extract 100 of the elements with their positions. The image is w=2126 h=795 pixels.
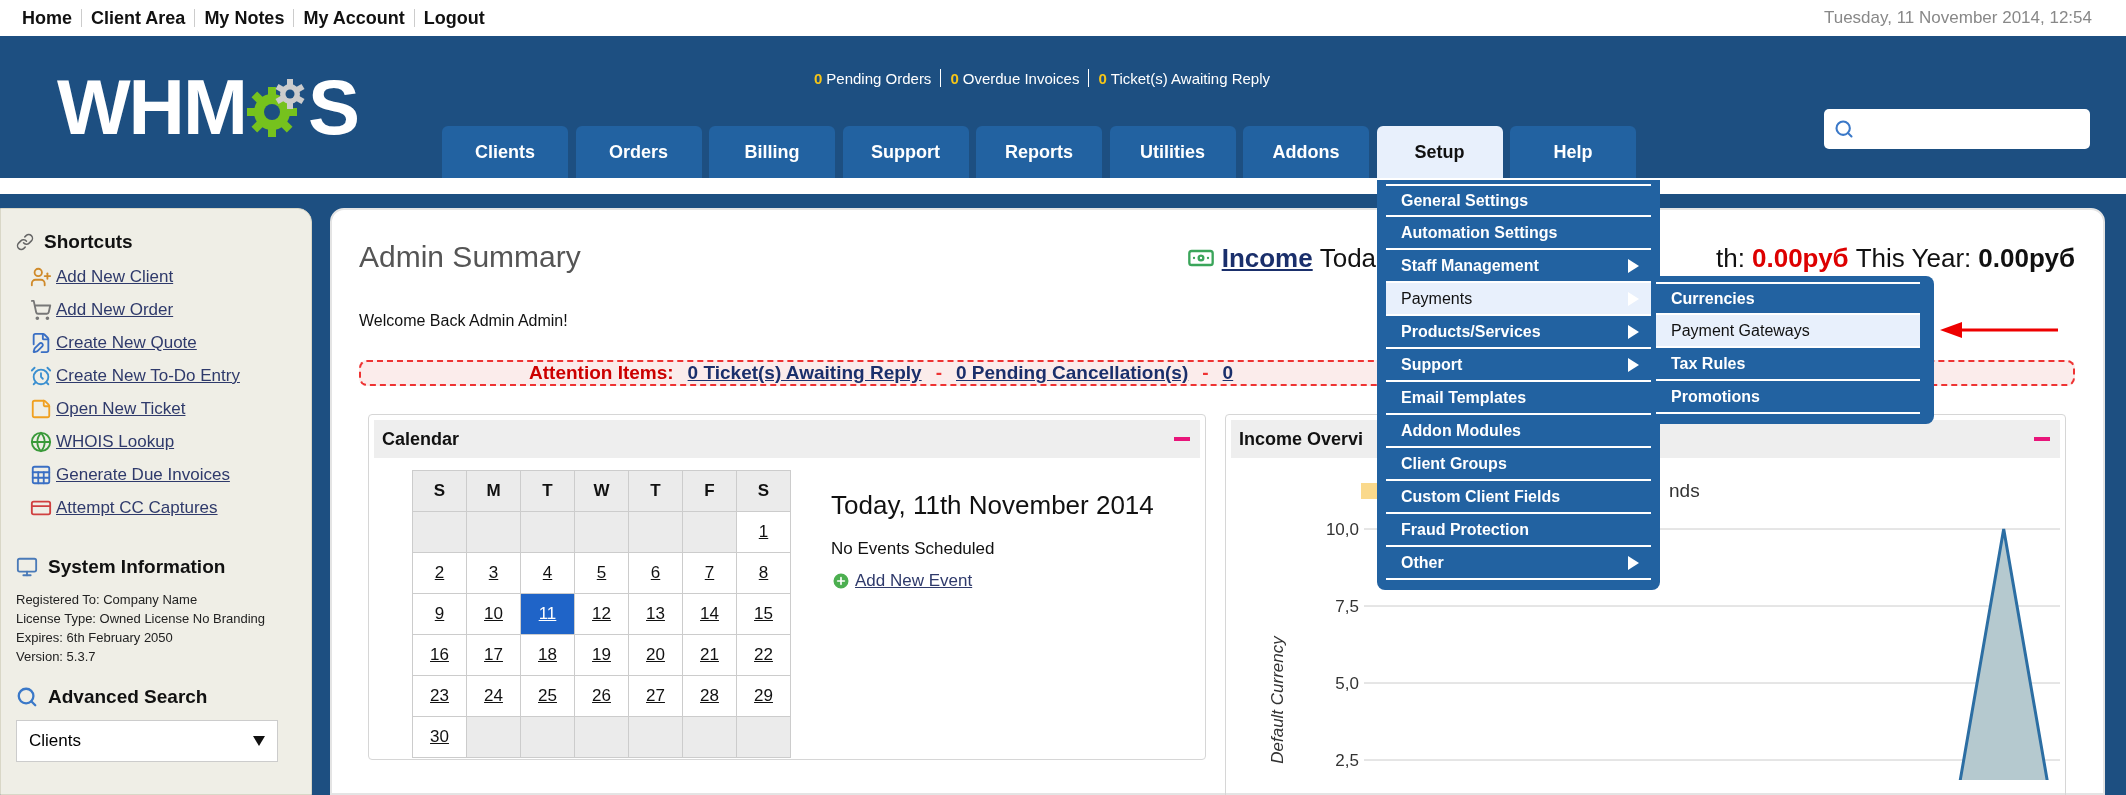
calendar-day[interactable]: 6 [628, 552, 683, 594]
top-nav-link[interactable]: My Notes [204, 7, 285, 29]
nav-tab[interactable]: Help [1510, 126, 1636, 178]
calendar-day[interactable]: 30 [412, 716, 467, 758]
income-text: This Year: [1855, 242, 1972, 274]
income-link[interactable]: Income [1221, 242, 1313, 274]
calendar-day[interactable]: 21 [682, 634, 737, 676]
income-text: th: [1716, 242, 1745, 274]
minimize-button[interactable] [1174, 437, 1190, 441]
submenu-arrow-icon [1627, 555, 1639, 570]
events-text: No Events Scheduled [831, 539, 995, 559]
calendar-day[interactable]: 7 [682, 552, 737, 594]
date-time: Tuesday, 11 November 2014, 12:54 [1823, 8, 2092, 28]
sidebar-heading: Advanced Search [48, 686, 208, 708]
calendar-day[interactable]: 25 [520, 675, 575, 717]
menu-item[interactable]: Client Groups [1386, 448, 1651, 481]
calendar-day[interactable]: 22 [736, 634, 791, 676]
submenu-arrow-icon [1627, 258, 1639, 273]
nav-tab[interactable]: Orders [575, 126, 702, 178]
calendar-day[interactable]: 2 [412, 552, 467, 594]
monitor-icon [16, 556, 38, 578]
menu-item[interactable]: Email Templates [1386, 382, 1651, 415]
sidebar-heading: System Information [48, 556, 226, 578]
shortcut-link[interactable]: Create New Quote [30, 331, 297, 355]
calendar-day[interactable]: 23 [412, 675, 467, 717]
calendar-day[interactable]: 27 [628, 675, 683, 717]
menu-item[interactable]: Addon Modules [1386, 415, 1651, 448]
y-tick-label: 2,5 [1335, 751, 1359, 770]
weekday-header: S [412, 470, 467, 512]
y-tick-label: 5,0 [1335, 674, 1359, 693]
menu-item[interactable]: Payments [1386, 283, 1651, 316]
nav-tab[interactable]: Clients [442, 126, 568, 178]
search-icon [1834, 119, 1854, 139]
attention-link[interactable]: 0 Ticket(s) Awaiting Reply [687, 362, 922, 384]
spreadsheet-icon [30, 464, 52, 486]
notification-count: 0 [1098, 69, 1107, 87]
nav-tab[interactable]: Reports [976, 126, 1102, 178]
calendar-day[interactable]: 18 [520, 634, 575, 676]
weekday-header: W [574, 470, 629, 512]
minimize-button[interactable] [2034, 437, 2050, 441]
calendar-day[interactable]: 8 [736, 552, 791, 594]
menu-item[interactable]: Promotions [1656, 381, 1920, 414]
link-icon [16, 233, 34, 251]
calendar-day[interactable]: 4 [520, 552, 575, 594]
calendar-day[interactable]: 26 [574, 675, 629, 717]
top-nav-link[interactable]: Logout [423, 7, 485, 29]
menu-item[interactable]: Custom Client Fields [1386, 481, 1651, 514]
menu-item[interactable]: Fraud Protection [1386, 514, 1651, 547]
calendar-day[interactable]: 24 [466, 675, 521, 717]
menu-item[interactable]: Payment Gateways [1656, 315, 1920, 348]
nav-tab[interactable]: Setup [1376, 126, 1503, 178]
calendar-day[interactable]: 28 [682, 675, 737, 717]
shortcut-link[interactable]: Attempt CC Captures [30, 496, 297, 520]
calendar-day[interactable]: 11 [520, 593, 575, 635]
search-type-select[interactable]: Clients [16, 720, 278, 762]
attention-link[interactable]: 0 [1222, 362, 1234, 384]
calendar-day[interactable]: 12 [574, 593, 629, 635]
nav-tab[interactable]: Utilities [1109, 126, 1236, 178]
calendar-day[interactable]: 29 [736, 675, 791, 717]
calendar-day[interactable]: 10 [466, 593, 521, 635]
top-nav-link[interactable]: My Account [303, 7, 405, 29]
income-text: Toda [1319, 242, 1377, 274]
notification-count: 0 [950, 69, 959, 87]
weekday-header: T [628, 470, 683, 512]
nav-tab[interactable]: Addons [1243, 126, 1369, 178]
calendar-day[interactable]: 3 [466, 552, 521, 594]
globe-icon [30, 431, 52, 453]
menu-item[interactable]: Other [1386, 547, 1651, 580]
menu-item[interactable]: Tax Rules [1656, 348, 1920, 381]
nav-tab[interactable]: Billing [709, 126, 835, 178]
menu-item[interactable]: Automation Settings [1386, 217, 1651, 250]
shortcut-link[interactable]: Generate Due Invoices [30, 463, 297, 487]
menu-item[interactable]: General Settings [1386, 184, 1651, 217]
shortcut-link[interactable]: WHOIS Lookup [30, 430, 297, 454]
calendar-day[interactable]: 16 [412, 634, 467, 676]
calendar-day[interactable]: 17 [466, 634, 521, 676]
weekday-header: M [466, 470, 521, 512]
top-nav-link[interactable]: Home [22, 7, 72, 29]
calendar-day[interactable]: 1 [736, 511, 791, 553]
calendar-day[interactable]: 9 [412, 593, 467, 635]
calendar-day[interactable]: 20 [628, 634, 683, 676]
shortcut-link[interactable]: Open New Ticket [30, 397, 297, 421]
calendar-day[interactable]: 15 [736, 593, 791, 635]
search-field[interactable] [1824, 109, 2090, 149]
nav-tab[interactable]: Support [842, 126, 969, 178]
calendar-day[interactable]: 14 [682, 593, 737, 635]
menu-item[interactable]: Support [1386, 349, 1651, 382]
calendar-day[interactable]: 13 [628, 593, 683, 635]
menu-item[interactable]: Products/Services [1386, 316, 1651, 349]
calendar-day[interactable]: 5 [574, 552, 629, 594]
shortcut-link[interactable]: Add New Client [30, 265, 297, 289]
calendar-day[interactable]: 19 [574, 634, 629, 676]
document-edit-icon [30, 332, 52, 354]
shortcut-link[interactable]: Create New To-Do Entry [30, 364, 297, 388]
top-nav-link[interactable]: Client Area [91, 7, 186, 29]
weekday-header: F [682, 470, 737, 512]
today-heading: Today, 11th November 2014 [831, 490, 1154, 521]
attention-link[interactable]: 0 Pending Cancellation(s) [956, 362, 1189, 384]
shortcut-link[interactable]: Add New Order [30, 298, 297, 322]
add-event-link[interactable]: Add New Event [831, 571, 973, 591]
